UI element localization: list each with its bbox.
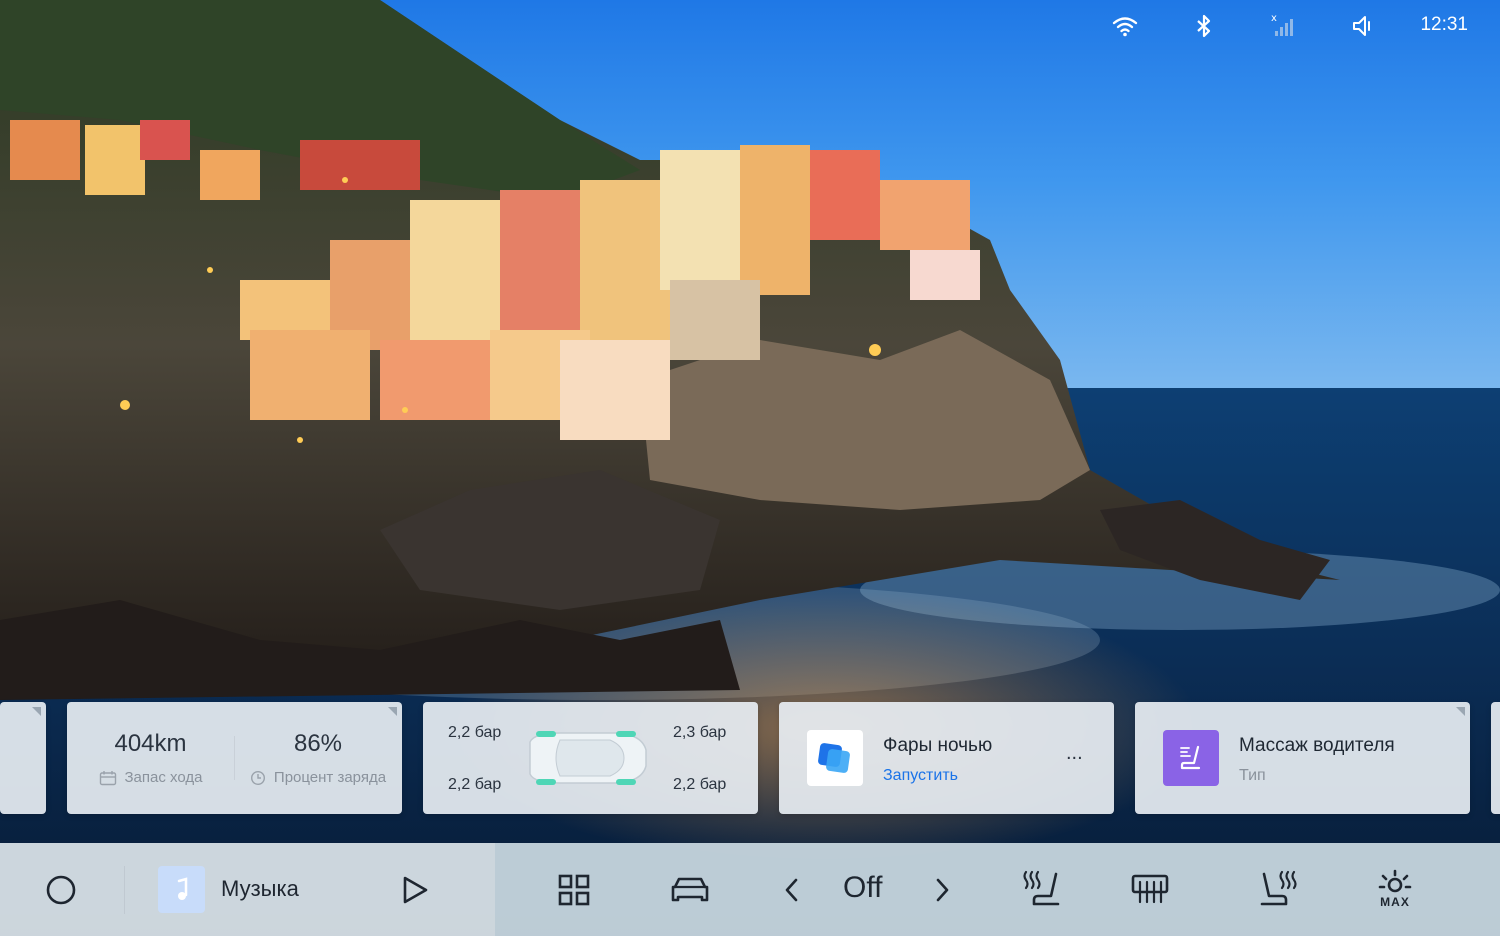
- chevron-left-icon[interactable]: [778, 873, 804, 907]
- widget-card-partial-left[interactable]: [0, 702, 46, 814]
- bluetooth-icon[interactable]: [1190, 12, 1218, 40]
- music-app-icon[interactable]: [158, 866, 205, 913]
- dock-divider: [124, 866, 125, 914]
- tire-pressure-widget[interactable]: 2,2 бар 2,3 бар 2,2 бар 2,2 бар: [423, 702, 758, 814]
- wifi-icon[interactable]: [1111, 12, 1139, 40]
- seat-heat-passenger-icon[interactable]: [1258, 868, 1300, 910]
- more-options-button[interactable]: ...: [1066, 742, 1083, 765]
- cellular-signal-icon: x: [1271, 13, 1293, 36]
- dock-climate-section: [495, 843, 1500, 936]
- car-settings-icon[interactable]: [669, 873, 711, 907]
- svg-text:x: x: [1271, 13, 1277, 24]
- app-grid-icon[interactable]: [557, 873, 591, 907]
- play-icon[interactable]: [398, 873, 432, 907]
- massage-type-label[interactable]: Тип: [1239, 767, 1266, 785]
- night-lights-start-link[interactable]: Запустить: [883, 767, 958, 785]
- volume-muted-icon[interactable]: [1350, 12, 1378, 40]
- range-label: Запас хода: [124, 769, 203, 786]
- max-defrost-button[interactable]: MAX: [1372, 867, 1418, 915]
- tire-rear-right: 2,2 бар: [673, 776, 727, 793]
- widget-card-partial-right[interactable]: [1491, 702, 1500, 814]
- night-lights-widget[interactable]: Фары ночью Запустить ...: [779, 702, 1114, 814]
- clock: 12:31: [1420, 14, 1468, 35]
- status-bar: x 12:31: [0, 0, 1500, 50]
- massage-seat-icon: [1163, 730, 1219, 786]
- chevron-right-icon[interactable]: [930, 873, 956, 907]
- fan-mode-value: Off: [843, 871, 883, 904]
- car-top-view-icon: [529, 731, 647, 785]
- massage-title: Массаж водителя: [1239, 735, 1395, 756]
- rear-defrost-icon[interactable]: [1130, 872, 1170, 906]
- home-button[interactable]: [44, 873, 78, 907]
- tire-front-right: 2,3 бар: [673, 724, 727, 741]
- calendar-icon: [99, 770, 116, 785]
- tire-rear-left: 2,2 бар: [448, 776, 502, 793]
- tire-front-left: 2,2 бар: [448, 724, 502, 741]
- night-lights-app-icon: [807, 730, 863, 786]
- charge-label: Процент заряда: [273, 769, 387, 786]
- card-corner-marker: [32, 707, 41, 716]
- seat-heat-driver-icon[interactable]: [1020, 868, 1062, 910]
- music-label[interactable]: Музыка: [221, 876, 299, 902]
- range-widget[interactable]: 404km Запас хода 86% Процент заряда: [67, 702, 402, 814]
- night-lights-title: Фары ночью: [883, 735, 993, 756]
- driver-massage-widget[interactable]: Массаж водителя Тип: [1135, 702, 1470, 814]
- max-label: MAX: [1380, 895, 1410, 909]
- charge-clock-icon: [250, 770, 265, 785]
- range-value: 404km: [114, 730, 187, 757]
- card-corner-marker: [1456, 707, 1465, 716]
- charge-value: 86%: [293, 730, 343, 757]
